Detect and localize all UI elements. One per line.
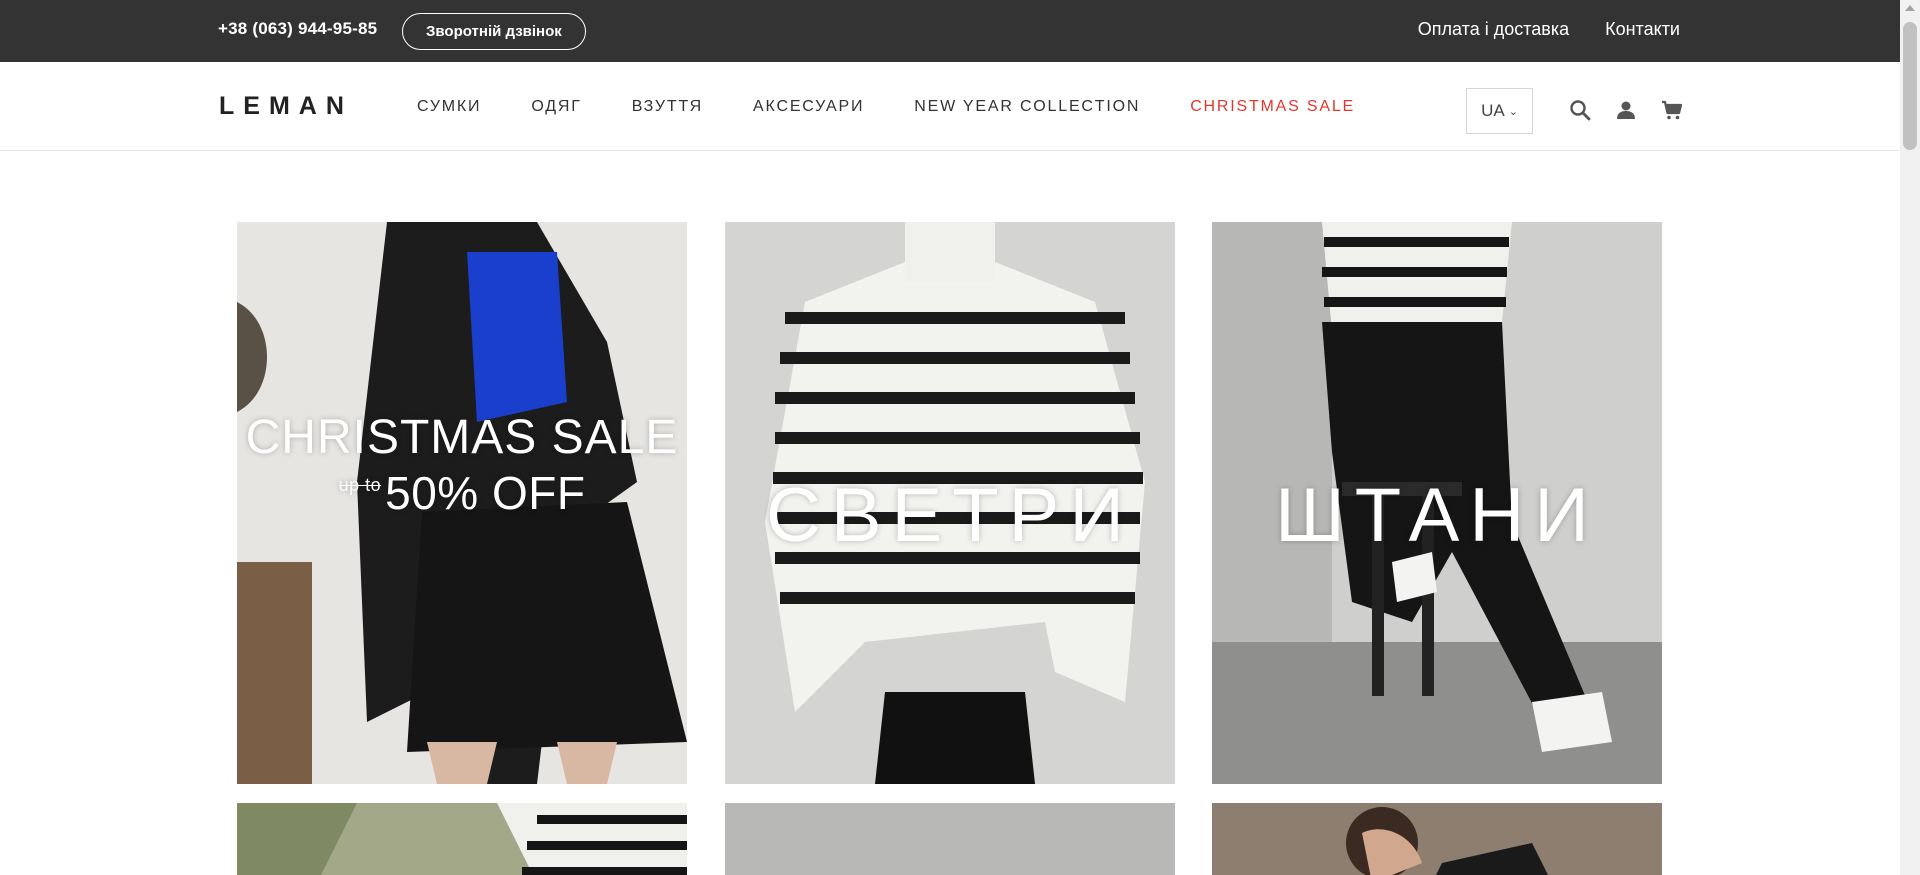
tile-row2-left-image [237,803,687,875]
tile-sweaters[interactable]: СВЕТРИ [725,222,1175,784]
top-links: Оплата і доставка Контакти [1418,19,1680,40]
tile-sweaters-title: СВЕТРИ [765,473,1134,558]
tile-christmas-sale[interactable]: CHRISTMAS SALE up to50% OFF [237,222,687,784]
tile-row2-right[interactable] [1212,803,1662,875]
nav-item-bags[interactable]: СУМКИ [417,98,481,116]
scrollbar-thumb[interactable] [1903,22,1917,150]
language-value: UA [1481,101,1505,120]
tile-pants-title: ШТАНИ [1275,473,1599,558]
main-nav: СУМКИ ОДЯГ ВЗУТТЯ АКСЕСУАРИ NEW YEAR COL… [417,98,1405,116]
tile-row2-right-image [1212,803,1662,875]
tile-row2-middle-image [725,803,1175,875]
tile-christmas-sale-subtitle: up to50% OFF [237,466,687,520]
main-header: LEMAN СУМКИ ОДЯГ ВЗУТТЯ АКСЕСУАРИ NEW YE… [0,62,1900,151]
search-icon[interactable] [1568,98,1592,122]
tile-christmas-sale-discount: 50% OFF [385,467,586,519]
scroll-up-arrow-icon[interactable] [1905,5,1915,11]
tile-christmas-sale-title: CHRISTMAS SALE [245,411,679,464]
header-icons [1568,98,1684,122]
chevron-down-icon: ⌄ [1508,105,1518,118]
contacts-link[interactable]: Контакти [1605,19,1680,40]
nav-item-christmas-sale[interactable]: CHRISTMAS SALE [1190,98,1355,116]
payment-delivery-link[interactable]: Оплата і доставка [1418,19,1569,40]
user-icon[interactable] [1614,98,1638,122]
callback-button[interactable]: Зворотній дзвінок [402,13,586,50]
top-bar: +38 (063) 944-95-85 Зворотній дзвінок Оп… [0,0,1900,62]
tile-pants[interactable]: ШТАНИ [1212,222,1662,784]
tile-christmas-sale-pre: up to [338,475,382,495]
tile-row2-left[interactable] [237,803,687,875]
nav-item-shoes[interactable]: ВЗУТТЯ [632,98,703,116]
language-select[interactable]: UA ⌄ [1466,88,1533,134]
logo[interactable]: LEMAN [219,92,353,121]
cart-icon[interactable] [1660,98,1684,122]
nav-item-clothing[interactable]: ОДЯГ [531,98,581,116]
tile-row2-middle[interactable] [725,803,1175,875]
nav-item-accessories[interactable]: АКСЕСУАРИ [753,98,864,116]
phone-number[interactable]: +38 (063) 944-95-85 [218,19,377,39]
nav-item-new-year-collection[interactable]: NEW YEAR COLLECTION [914,98,1140,116]
page-scrollbar[interactable] [1900,0,1920,875]
